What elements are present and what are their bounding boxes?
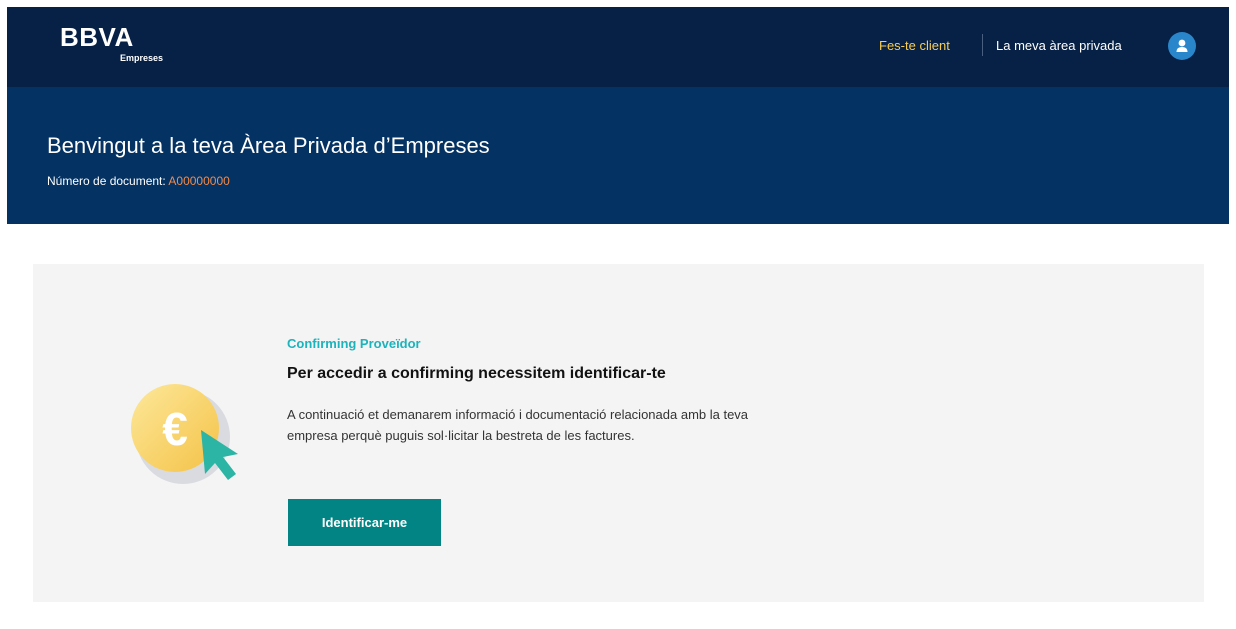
private-area-link[interactable]: La meva àrea privada — [996, 38, 1122, 53]
document-number-label: Número de document: — [47, 174, 166, 188]
bbva-logo[interactable]: BBVA Empreses — [60, 24, 163, 63]
top-navigation-bar: BBVA Empreses Fes-te client La meva àrea… — [7, 7, 1229, 87]
confirming-card: € Confirming Proveïdor Per accedir a con… — [33, 264, 1204, 602]
card-title: Per accedir a confirming necessitem iden… — [287, 365, 666, 382]
logo-subtext: Empreses — [120, 53, 164, 63]
nav-divider — [982, 34, 983, 56]
card-description: A continuació et demanarem informació i … — [287, 407, 749, 443]
become-client-link[interactable]: Fes-te client — [879, 38, 950, 53]
svg-text:€: € — [162, 403, 188, 455]
user-icon — [1176, 39, 1188, 52]
page-frame: BBVA Empreses Fes-te client La meva àrea… — [7, 7, 1229, 629]
euro-coin-cursor-icon: € — [131, 384, 238, 484]
user-avatar-button[interactable] — [1168, 32, 1196, 60]
identify-button[interactable]: Identificar-me — [288, 499, 441, 546]
document-number-value: A00000000 — [168, 174, 230, 188]
document-number: Número de document: A00000000 — [47, 174, 230, 188]
logo-text: BBVA — [60, 22, 134, 52]
welcome-banner: Benvingut a la teva Àrea Privada d’Empre… — [7, 87, 1229, 224]
card-eyebrow: Confirming Proveïdor — [287, 336, 421, 351]
page-title: Benvingut a la teva Àrea Privada d’Empre… — [47, 133, 490, 158]
